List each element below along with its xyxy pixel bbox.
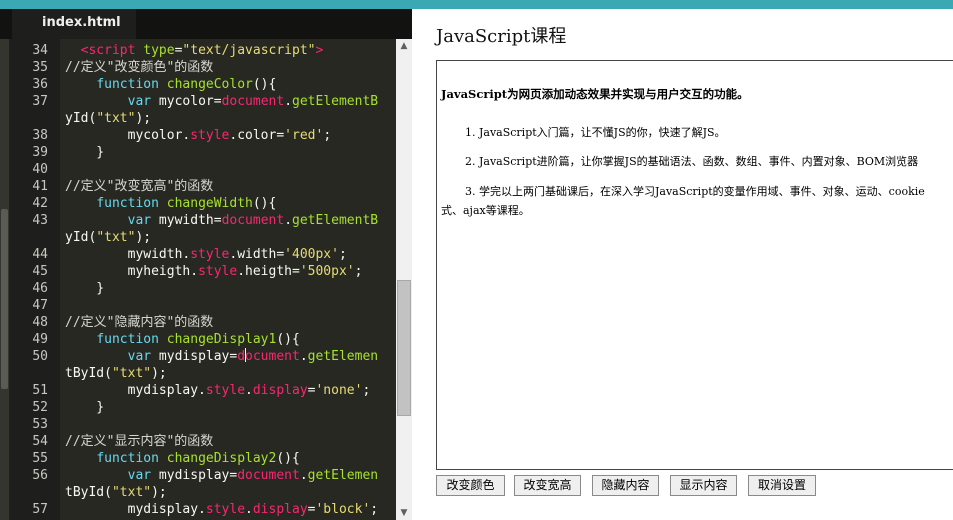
browser-preview: JavaScript课程 JavaScript为网页添加动态效果并实现与用户交互… (412, 9, 953, 520)
line-number: 55 (32, 451, 48, 466)
line-number: 53 (32, 417, 48, 432)
code-line[interactable]: 35 //定义"改变颜色"的函数 (0, 59, 412, 76)
reset-button[interactable]: 取消设置 (748, 475, 816, 496)
code-text[interactable]: yId("txt"); (65, 229, 151, 246)
code-line[interactable]: 36 function changeColor(){ (0, 76, 412, 93)
code-text[interactable]: <script type="text/javascript"> (65, 42, 324, 59)
line-number: 56 (32, 468, 48, 483)
line-number: 41 (32, 179, 48, 194)
code-line[interactable]: yId("txt"); (0, 229, 412, 246)
txt-content-box: JavaScript为网页添加动态效果并实现与用户交互的功能。 1. JavaS… (436, 60, 953, 470)
line-number: 35 (32, 60, 48, 75)
code-text[interactable]: mydisplay.style.display='none'; (65, 382, 371, 399)
line-number: 40 (32, 162, 48, 177)
code-line[interactable]: 44 mywidth.style.width='400px'; (0, 246, 412, 263)
show-content-button[interactable]: 显示内容 (670, 475, 737, 496)
code-text[interactable]: mycolor.style.color='red'; (65, 127, 332, 144)
code-line[interactable]: 57 mydisplay.style.display='block'; (0, 501, 412, 518)
code-text[interactable]: } (65, 399, 104, 416)
course-item-3-continued: 式、ajax等课程。 (441, 204, 530, 217)
line-number: 36 (32, 77, 48, 92)
code-line[interactable]: 49 function changeDisplay1(){ (0, 331, 412, 348)
code-text[interactable]: mywidth.style.width='400px'; (65, 246, 347, 263)
code-line[interactable]: 43 var mywidth=document.getElementB (0, 212, 412, 229)
course-item-1: 1. JavaScript入门篇，让不懂JS的你，快速了解JS。 (465, 126, 726, 139)
code-line[interactable]: 40 (0, 161, 412, 178)
line-number: 42 (32, 196, 48, 211)
code-line[interactable]: 45 myheigth.style.heigth='500px'; (0, 263, 412, 280)
line-number: 48 (32, 315, 48, 330)
code-line[interactable]: 51 mydisplay.style.display='none'; (0, 382, 412, 399)
code-text[interactable]: function changeDisplay1(){ (65, 331, 300, 348)
page-title: JavaScript课程 (436, 26, 567, 47)
hide-content-button[interactable]: 隐藏内容 (592, 475, 659, 496)
line-number: 51 (32, 383, 48, 398)
code-line[interactable]: 37 var mycolor=document.getElementB (0, 93, 412, 110)
code-line[interactable]: 34 <script type="text/javascript"> (0, 42, 412, 59)
top-accent-bar (0, 0, 953, 9)
code-line[interactable]: 39 } (0, 144, 412, 161)
editor-vertical-scrollbar[interactable]: ▲ ▼ (396, 39, 412, 520)
code-line[interactable]: 50 var mydisplay=document.getElemen (0, 348, 412, 365)
code-text[interactable]: //定义"隐藏内容"的函数 (65, 314, 213, 331)
course-item-3: 3. 学完以上两门基础课后，在深入学习JavaScript的变量作用域、事件、对… (465, 185, 925, 198)
tab-index-html[interactable]: index.html (12, 9, 136, 39)
code-text[interactable]: myheigth.style.heigth='500px'; (65, 263, 363, 280)
code-text[interactable]: //定义"显示内容"的函数 (65, 433, 213, 450)
code-text[interactable]: //定义"改变颜色"的函数 (65, 59, 213, 76)
editor-tab-strip: index.html (0, 9, 412, 39)
code-text[interactable]: var mydisplay=document.getElemen (65, 348, 378, 365)
intro-text: JavaScript为网页添加动态效果并实现与用户交互的功能。 (441, 87, 749, 101)
line-number: 39 (32, 145, 48, 160)
line-number: 43 (32, 213, 48, 228)
line-number: 54 (32, 434, 48, 449)
code-text[interactable]: //定义"改变宽高"的函数 (65, 178, 213, 195)
code-line[interactable]: 47 (0, 297, 412, 314)
code-line[interactable]: 41 //定义"改变宽高"的函数 (0, 178, 412, 195)
line-number: 37 (32, 94, 48, 109)
code-text[interactable]: mydisplay.style.display='block'; (65, 501, 379, 518)
course-item-2: 2. JavaScript进阶篇，让你掌握JS的基础语法、函数、数组、事件、内置… (465, 155, 919, 168)
code-line[interactable]: yId("txt"); (0, 110, 412, 127)
code-text[interactable]: } (65, 280, 104, 297)
code-text[interactable]: var mydisplay=document.getElemen (65, 467, 378, 484)
scroll-up-icon[interactable]: ▲ (396, 39, 412, 53)
code-line[interactable]: 38 mycolor.style.color='red'; (0, 127, 412, 144)
code-line[interactable]: 54 //定义"显示内容"的函数 (0, 433, 412, 450)
line-number: 49 (32, 332, 48, 347)
code-lines: 34 <script type="text/javascript"> 35//定义… (0, 42, 412, 518)
code-line[interactable]: tById("txt"); (0, 365, 412, 382)
code-line[interactable]: 46 } (0, 280, 412, 297)
code-line[interactable]: tById("txt"); (0, 484, 412, 501)
code-line[interactable]: 52 } (0, 399, 412, 416)
line-number: 38 (32, 128, 48, 143)
change-size-button[interactable]: 改变宽高 (514, 475, 581, 496)
code-editor[interactable]: index.html 34 <script type="text/javascr… (0, 9, 412, 520)
line-number: 34 (32, 43, 48, 58)
line-number: 45 (32, 264, 48, 279)
code-text[interactable]: yId("txt"); (65, 110, 151, 127)
code-text[interactable]: tById("txt"); (65, 365, 167, 382)
code-line[interactable]: 56 var mydisplay=document.getElemen (0, 467, 412, 484)
line-number: 52 (32, 400, 48, 415)
code-line[interactable]: 48 //定义"隐藏内容"的函数 (0, 314, 412, 331)
line-number: 57 (32, 502, 48, 517)
code-text[interactable]: function changeDisplay2(){ (65, 450, 300, 467)
line-number: 47 (32, 298, 48, 313)
code-text[interactable]: tById("txt"); (65, 484, 167, 501)
line-number: 44 (32, 247, 48, 262)
scroll-down-icon[interactable]: ▼ (396, 506, 412, 520)
code-line[interactable]: 42 function changeWidth(){ (0, 195, 412, 212)
code-line[interactable]: 55 function changeDisplay2(){ (0, 450, 412, 467)
code-line[interactable]: 53 (0, 416, 412, 433)
line-number: 50 (32, 349, 48, 364)
change-color-button[interactable]: 改变颜色 (436, 475, 505, 496)
code-text[interactable]: var mywidth=document.getElementB (65, 212, 378, 229)
code-text[interactable]: function changeColor(){ (65, 76, 276, 93)
code-text[interactable]: } (65, 144, 104, 161)
code-text[interactable]: function changeWidth(){ (65, 195, 276, 212)
scrollbar-thumb[interactable] (397, 280, 411, 416)
code-text[interactable]: var mycolor=document.getElementB (65, 93, 378, 110)
line-number: 46 (32, 281, 48, 296)
